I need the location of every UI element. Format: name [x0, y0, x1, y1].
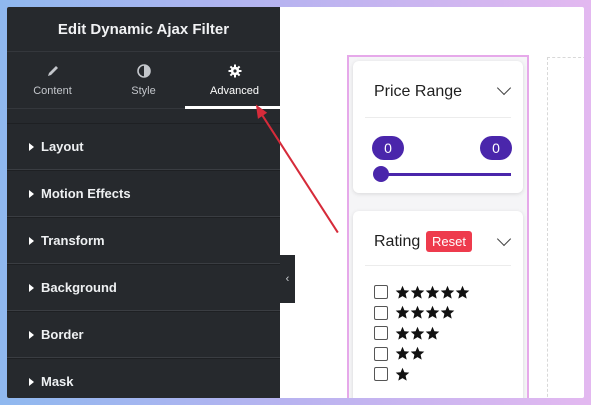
star-icon: [425, 285, 440, 299]
price-range-title: Price Range: [374, 83, 463, 100]
rating-option-4[interactable]: [374, 305, 455, 321]
preview-column-outline: [547, 57, 584, 398]
editor-panel: Edit Dynamic Ajax Filter Content Style A…: [7, 7, 285, 398]
section-border[interactable]: Border: [7, 311, 280, 358]
rating-stars: [395, 326, 440, 341]
rating-option-3[interactable]: [374, 325, 440, 341]
rating-checkbox[interactable]: [374, 305, 388, 320]
caret-right-icon: [29, 283, 34, 292]
rating-checkbox[interactable]: [374, 326, 388, 340]
section-label: Border: [41, 327, 84, 342]
chevron-down-icon[interactable]: [496, 231, 512, 247]
section-motion-effects[interactable]: Motion Effects: [7, 170, 280, 217]
star-icon: [395, 346, 410, 360]
section-label: Mask: [41, 374, 74, 389]
star-icon: [410, 305, 425, 319]
star-icon: [440, 305, 455, 319]
tab-style[interactable]: Style: [98, 52, 189, 108]
star-icon: [395, 285, 410, 299]
panel-title: Edit Dynamic Ajax Filter: [7, 7, 280, 52]
caret-right-icon: [29, 377, 34, 386]
rating-stars: [395, 305, 455, 320]
rating-stars: [395, 346, 425, 361]
panel-collapse-button[interactable]: ‹: [280, 255, 295, 303]
screenshot-frame: Edit Dynamic Ajax Filter Content Style A…: [7, 7, 584, 398]
star-icon: [440, 285, 455, 299]
star-icon: [395, 326, 410, 340]
section-label: Background: [41, 280, 117, 295]
panel-tabs: Content Style Advanced: [7, 52, 285, 109]
tab-advanced-label: Advanced: [210, 85, 259, 97]
section-label: Motion Effects: [41, 186, 131, 201]
star-icon: [425, 305, 440, 319]
divider: [365, 117, 511, 118]
chevron-down-icon[interactable]: [496, 80, 512, 96]
caret-right-icon: [29, 330, 34, 339]
star-icon: [410, 326, 425, 340]
gear-icon: [227, 63, 243, 79]
pencil-icon: [45, 63, 61, 79]
reset-button[interactable]: Reset: [426, 231, 472, 252]
star-icon: [410, 346, 425, 360]
divider: [365, 265, 511, 266]
rating-checkbox[interactable]: [374, 346, 388, 361]
rating-option-1[interactable]: [374, 366, 410, 382]
active-tab-indicator: [189, 106, 280, 109]
rating-stars: [395, 285, 470, 300]
tab-advanced[interactable]: Advanced: [184, 52, 285, 109]
section-label: Transform: [41, 233, 105, 248]
tab-content[interactable]: Content: [7, 52, 98, 108]
caret-right-icon: [29, 189, 34, 198]
tab-content-label: Content: [33, 85, 72, 97]
rating-title: Rating: [374, 233, 421, 250]
max-price-pill: 0: [480, 136, 512, 160]
rating-option-2[interactable]: [374, 346, 425, 362]
chevron-left-icon: ‹: [285, 273, 290, 285]
rating-option-5[interactable]: [374, 284, 470, 300]
section-mask[interactable]: Mask: [7, 358, 280, 398]
star-icon: [395, 367, 410, 381]
section-layout[interactable]: Layout: [7, 123, 280, 170]
rating-checkbox[interactable]: [374, 367, 388, 381]
rating-card: Rating Reset: [353, 211, 523, 398]
caret-right-icon: [29, 142, 34, 151]
price-slider-handle[interactable]: [373, 166, 389, 182]
star-icon: [410, 285, 425, 299]
caret-right-icon: [29, 236, 34, 245]
ajax-filter-widget[interactable]: Price Range 0 0 Rating Reset: [347, 55, 529, 398]
section-label: Layout: [41, 139, 84, 154]
star-icon: [455, 285, 470, 299]
star-icon: [395, 305, 410, 319]
section-background[interactable]: Background: [7, 264, 280, 311]
rating-stars: [395, 367, 410, 382]
rating-checkbox[interactable]: [374, 285, 388, 299]
star-icon: [425, 326, 440, 340]
section-list: Layout Motion Effects Transform Backgrou…: [7, 123, 280, 398]
section-transform[interactable]: Transform: [7, 217, 280, 264]
tab-style-label: Style: [131, 85, 156, 97]
price-range-card: Price Range 0 0: [353, 61, 523, 193]
min-price-pill: 0: [372, 136, 404, 160]
price-slider-track[interactable]: [379, 173, 511, 176]
contrast-icon: [136, 63, 152, 79]
